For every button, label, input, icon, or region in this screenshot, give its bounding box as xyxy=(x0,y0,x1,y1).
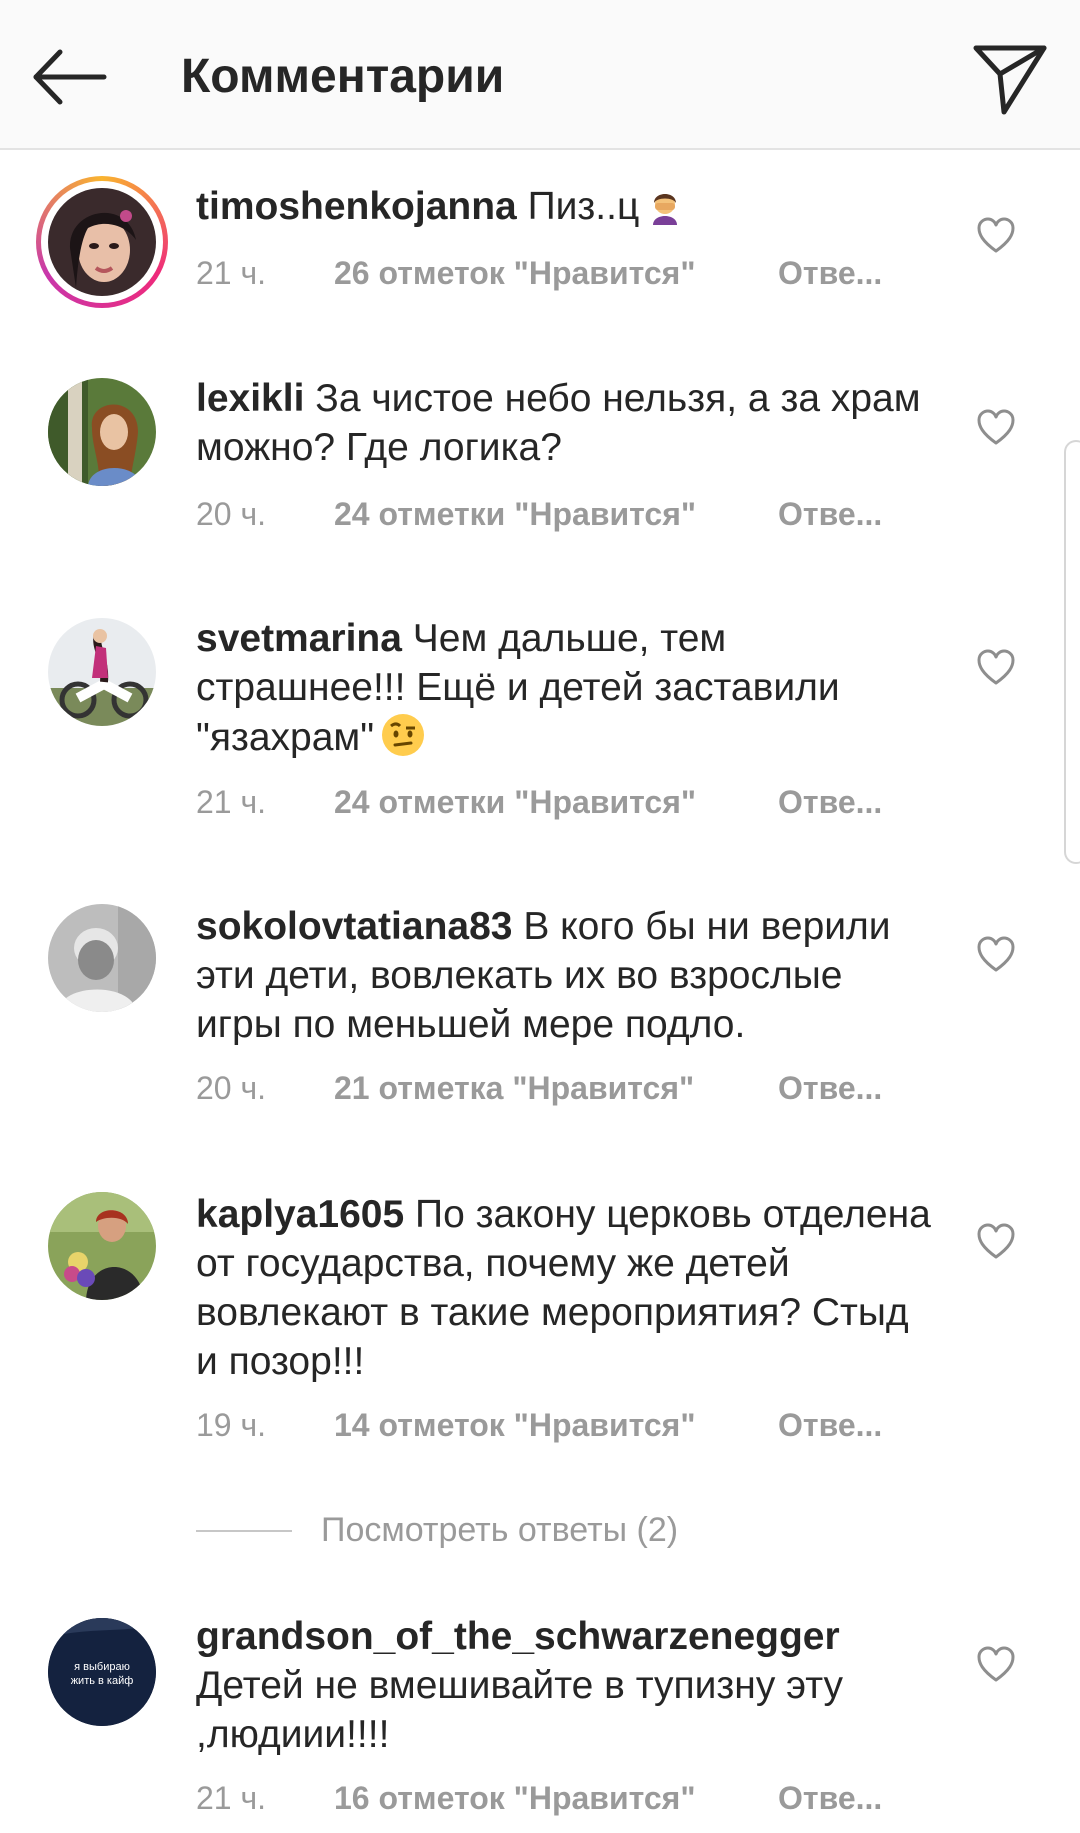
comment-username[interactable]: svetmarina xyxy=(196,617,402,660)
avatar xyxy=(48,188,156,296)
like-button[interactable] xyxy=(976,1222,1016,1262)
comment-likes[interactable]: 26 отметок "Нравится" xyxy=(334,253,696,293)
comment-likes[interactable]: 24 отметки "Нравится" xyxy=(334,782,696,822)
comment-body: lexikli За чистое небо нельзя, а за храм… xyxy=(196,374,936,472)
comment-time: 21 ч. xyxy=(196,784,267,820)
heart-icon xyxy=(977,1646,1015,1682)
comment-body: kaplya1605 По закону церковь отделена от… xyxy=(196,1190,936,1386)
arrow-left-icon xyxy=(33,49,107,105)
scrollbar[interactable] xyxy=(1064,440,1080,864)
comment-body: svetmarina Чем дальше, тем страшнее!!! Е… xyxy=(196,614,936,770)
avatar[interactable]: я выбираю жить в кайф xyxy=(48,1618,156,1726)
comment-time: 19 ч. xyxy=(196,1407,267,1443)
comment-likes[interactable]: 21 отметка "Нравится" xyxy=(334,1068,694,1108)
comment-username[interactable]: sokolovtatiana83 xyxy=(196,905,512,948)
heart-icon xyxy=(977,1223,1015,1259)
face-palm-emoji xyxy=(645,187,685,239)
share-button[interactable] xyxy=(970,38,1050,118)
reply-button[interactable]: Отве... xyxy=(778,1068,882,1108)
top-bar: Комментарии xyxy=(0,0,1080,150)
like-button[interactable] xyxy=(976,935,1016,975)
comment-text: Детей не вмешивайте в тупизну эту ,людии… xyxy=(196,1664,844,1756)
comment-time: 20 ч. xyxy=(196,1070,267,1106)
comment-likes[interactable]: 14 отметок "Нравится" xyxy=(334,1405,696,1445)
reply-button[interactable]: Отве... xyxy=(778,253,882,293)
avatar[interactable] xyxy=(48,1192,156,1300)
comment-text: За чистое небо нельзя, а за храм можно? … xyxy=(196,377,921,469)
page-title: Комментарии xyxy=(181,50,505,103)
raised-eyebrow-emoji xyxy=(380,712,426,770)
avatar-caption-line2: жить в кайф xyxy=(71,1675,134,1687)
like-button[interactable] xyxy=(976,408,1016,448)
comment-body: timoshenkojanna Пиз..ц xyxy=(196,182,936,239)
like-button[interactable] xyxy=(976,648,1016,688)
comment-body: grandson_of_the_schwarzenegger Детей не … xyxy=(196,1612,936,1759)
reply-button[interactable]: Отве... xyxy=(778,1778,882,1818)
comment-likes[interactable]: 16 отметок "Нравится" xyxy=(334,1778,696,1818)
comment-likes[interactable]: 24 отметки "Нравится" xyxy=(334,494,696,534)
avatar[interactable] xyxy=(48,618,156,726)
reply-button[interactable]: Отве... xyxy=(778,782,882,822)
back-button[interactable] xyxy=(30,42,110,112)
comment-time: 21 ч. xyxy=(196,255,267,291)
reply-button[interactable]: Отве... xyxy=(778,494,882,534)
avatar-story-ring[interactable] xyxy=(36,176,168,308)
divider xyxy=(196,1530,292,1532)
comment-username[interactable]: lexikli xyxy=(196,377,304,420)
heart-icon xyxy=(977,936,1015,972)
paper-plane-icon xyxy=(973,45,1047,115)
comment-time: 20 ч. xyxy=(196,496,267,532)
view-replies-label: Посмотреть ответы (2) xyxy=(321,1511,679,1549)
comment-username[interactable]: timoshenkojanna xyxy=(196,185,517,228)
avatar[interactable] xyxy=(48,378,156,486)
comment-username[interactable]: kaplya1605 xyxy=(196,1193,404,1236)
comment-username[interactable]: grandson_of_the_schwarzenegger xyxy=(196,1615,840,1658)
comment-text: Пиз..ц xyxy=(527,185,640,228)
like-button[interactable] xyxy=(976,1645,1016,1685)
like-button[interactable] xyxy=(976,216,1016,256)
heart-icon xyxy=(977,217,1015,253)
comment-time: 21 ч. xyxy=(196,1780,267,1816)
comment-body: sokolovtatiana83 В кого бы ни верили эти… xyxy=(196,902,936,1049)
avatar[interactable] xyxy=(48,904,156,1012)
heart-icon xyxy=(977,409,1015,445)
avatar-caption-line1: я выбираю xyxy=(74,1661,130,1673)
reply-button[interactable]: Отве... xyxy=(778,1405,882,1445)
heart-icon xyxy=(977,649,1015,685)
